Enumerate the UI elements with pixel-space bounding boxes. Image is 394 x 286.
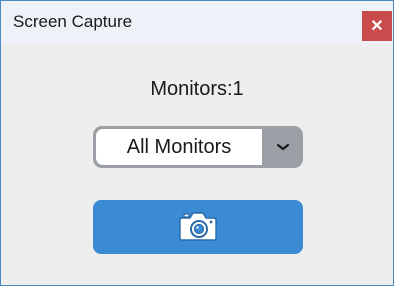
window-title: Screen Capture bbox=[13, 12, 133, 31]
capture-button[interactable] bbox=[93, 200, 303, 254]
chevron-down-icon[interactable] bbox=[265, 126, 301, 168]
monitor-select[interactable]: All Monitors bbox=[93, 126, 303, 168]
close-button[interactable]: ✕ bbox=[362, 11, 392, 41]
screen-capture-window: Screen Capture ✕ Monitors:1 All Monitors bbox=[0, 0, 394, 286]
camera-icon bbox=[178, 208, 218, 247]
monitor-select-value: All Monitors bbox=[96, 129, 262, 165]
content-area: Monitors:1 All Monitors bbox=[1, 44, 393, 285]
title-bar: Screen Capture ✕ bbox=[1, 1, 393, 44]
close-icon: ✕ bbox=[370, 18, 384, 35]
monitors-count-label: Monitors:1 bbox=[150, 78, 244, 100]
